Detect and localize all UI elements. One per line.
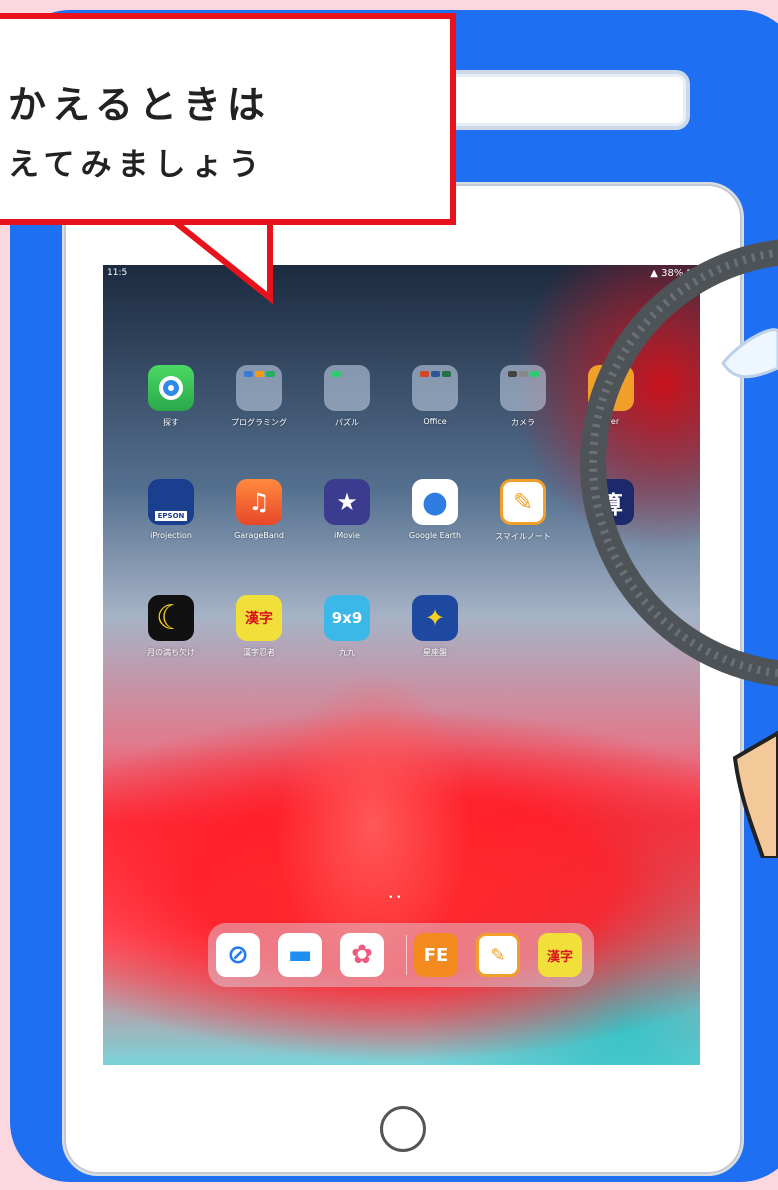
app-label: GarageBand xyxy=(234,531,284,540)
star-chart-icon: ✦ xyxy=(412,595,458,641)
app-label: Office xyxy=(423,417,447,426)
app-folder-office[interactable]: Office xyxy=(395,365,475,426)
smile-note-icon: ✎ xyxy=(500,479,546,525)
safari-icon[interactable]: ⊘ xyxy=(216,933,260,977)
magnifying-glass-icon xyxy=(580,239,778,858)
app-star-chart[interactable]: ✦ 星座盤 xyxy=(395,595,475,658)
find-my-icon xyxy=(148,365,194,411)
app-label: パズル xyxy=(335,418,359,427)
app-folder-programming[interactable]: プログラミング xyxy=(219,365,299,428)
page-indicator: • • xyxy=(388,893,402,903)
folder-icon xyxy=(500,365,546,411)
moon-phase-icon: ☾ xyxy=(148,595,194,641)
app-kanji-ninja[interactable]: 漢字 漢字忍者 xyxy=(219,595,299,658)
kanji-ninja-dock-icon[interactable]: 漢字 xyxy=(538,933,582,977)
app-label: 月の満ち欠け xyxy=(147,648,195,657)
photos-icon[interactable]: ✿ xyxy=(340,933,384,977)
dock-separator xyxy=(406,935,407,975)
app-iprojection[interactable]: EPSON iProjection xyxy=(131,479,211,540)
app-label: 星座盤 xyxy=(423,648,447,657)
app-label: iProjection xyxy=(150,531,192,540)
garageband-icon: ♫ xyxy=(236,479,282,525)
app-folder-puzzle[interactable]: パズル xyxy=(307,365,387,428)
kanji-ninja-icon: 漢字 xyxy=(236,595,282,641)
app-label: プログラミング xyxy=(231,418,287,427)
speech-line-1: かえるときは xyxy=(8,83,271,127)
tablet-top-bar xyxy=(430,70,690,130)
app-label: iMovie xyxy=(334,531,360,540)
fe-app-icon[interactable]: FE xyxy=(414,933,458,977)
epson-iprojection-icon: EPSON xyxy=(148,479,194,525)
app-find-my[interactable]: 探す xyxy=(131,365,211,428)
status-time: 11:5 xyxy=(107,268,128,278)
app-kuku[interactable]: 9x9 九九 xyxy=(307,595,387,658)
folder-icon xyxy=(236,365,282,411)
dock: ⊘ ▬ ✿ FE ✎ 漢字 xyxy=(208,923,594,987)
files-icon[interactable]: ▬ xyxy=(278,933,322,977)
app-imovie[interactable]: ★ iMovie xyxy=(307,479,387,540)
speech-line-2: えてみましょう xyxy=(8,147,266,183)
home-button[interactable] xyxy=(380,1106,426,1152)
app-label: カメラ xyxy=(511,418,535,427)
speech-bubble: かえるときは えてみましょう xyxy=(0,13,456,225)
smile-note-dock-icon[interactable]: ✎ xyxy=(476,933,520,977)
speech-bubble-tail xyxy=(161,212,273,305)
app-smile-note[interactable]: ✎ スマイルノート xyxy=(483,479,563,542)
app-google-earth[interactable]: ● Google Earth xyxy=(395,479,475,540)
app-garageband[interactable]: ♫ GarageBand xyxy=(219,479,299,540)
app-moon-phase[interactable]: ☾ 月の満ち欠け xyxy=(131,595,211,658)
app-label: 探す xyxy=(163,418,179,427)
app-label: Google Earth xyxy=(408,531,462,540)
folder-icon xyxy=(412,365,458,411)
kuku-icon: 9x9 xyxy=(324,595,370,641)
app-label: 九九 xyxy=(339,648,355,657)
google-earth-icon: ● xyxy=(412,479,458,525)
folder-icon xyxy=(324,365,370,411)
imovie-icon: ★ xyxy=(324,479,370,525)
app-folder-camera[interactable]: カメラ xyxy=(483,365,563,428)
app-label: 漢字忍者 xyxy=(243,648,275,657)
app-label: スマイルノート xyxy=(495,532,551,541)
